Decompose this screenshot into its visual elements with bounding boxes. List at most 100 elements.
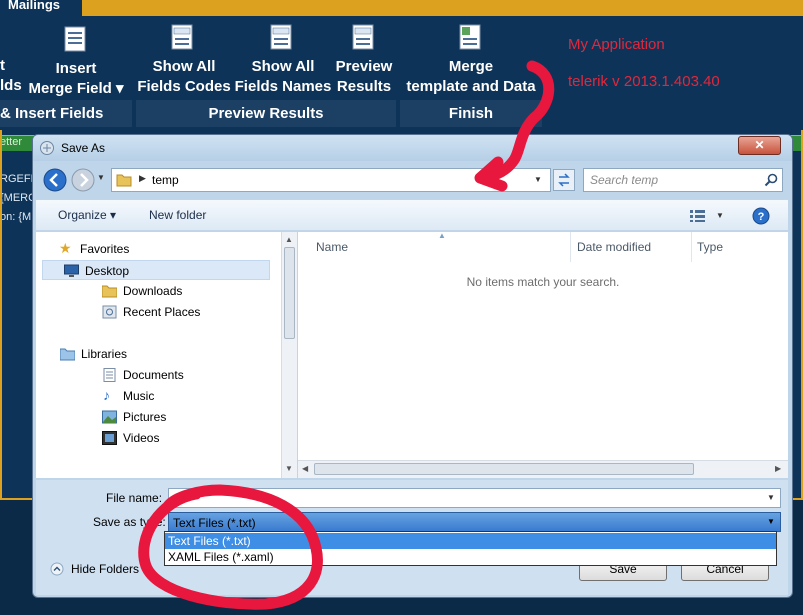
dialog-titlebar[interactable]: Save As ✕ [33,135,792,161]
save-as-type-options: Text Files (*.txt) XAML Files (*.xaml) [164,531,777,566]
navigation-row: ▼ ▶ temp ▼ Search temp [33,161,792,197]
dialog-toolbar: Organize ▾ New folder ▼ ? [36,199,788,231]
ribbon-button-line2: Fields Names [234,78,332,95]
horizontal-scrollbar[interactable]: ◀ ▶ [298,460,788,478]
desktop-icon [64,264,79,277]
dialog-title: Save As [61,141,106,155]
scroll-up-arrow[interactable]: ▲ [285,235,293,244]
preview-results-button[interactable]: Preview Results [334,57,394,97]
save-as-type-value: Text Files (*.txt) [173,516,256,530]
navigation-pane: ★ Favorites Desktop Downloads Recent Pla… [36,232,283,478]
column-header-name[interactable]: Name [316,240,348,254]
file-list: Name ▲ Date modified Type No items match… [298,231,788,478]
scrollbar-thumb[interactable] [284,247,295,339]
nav-label: Desktop [85,264,130,278]
scroll-right-arrow[interactable]: ▶ [775,464,781,473]
ribbon-button-line2: template and Data [406,78,536,95]
app-title: My Application [568,36,665,53]
history-dropdown-icon[interactable]: ▼ [97,173,105,182]
videos-icon [102,431,117,445]
view-options-icon[interactable] [690,210,706,222]
dialog-app-icon [40,141,54,155]
document-icon [64,26,86,52]
group-preview-results: Preview Results [136,100,396,127]
nav-label: Music [123,389,155,403]
chevron-up-icon [50,562,64,576]
star-icon: ★ [59,240,72,256]
refresh-icon[interactable] [553,169,575,191]
save-as-dialog: Save As ✕ ▼ ▶ temp ▼ Search temp Organiz… [32,134,793,598]
search-icon[interactable] [764,173,778,187]
ribbon-button-line1: Insert [55,60,97,77]
nav-videos[interactable]: Videos [36,428,269,448]
address-bar[interactable]: ▶ temp ▼ [111,168,551,192]
nav-documents[interactable]: Documents [36,365,269,385]
search-box[interactable]: Search temp [583,168,783,192]
nav-favorites[interactable]: ★ Favorites [36,239,269,259]
nav-downloads[interactable]: Downloads [36,281,269,301]
file-name-input[interactable]: ▼ [168,488,781,508]
ribbon-button-line1: Show All [251,58,315,75]
app-version: telerik v 2013.1.403.40 [568,73,720,90]
ribbon-button-line1: Preview [335,58,393,75]
nav-label: Recent Places [123,305,201,319]
organize-button[interactable]: Organize ▾ [58,208,116,222]
scrollbar-thumb[interactable] [314,463,694,475]
nav-label: Documents [123,368,184,382]
address-dropdown-icon[interactable]: ▼ [534,175,542,184]
save-as-type-dropdown-icon[interactable]: ▼ [767,517,775,526]
close-button[interactable]: ✕ [738,136,781,155]
sort-indicator-icon: ▲ [438,231,446,240]
scroll-left-arrow[interactable]: ◀ [302,464,308,473]
save-as-type-select[interactable]: Text Files (*.txt) ▼ [168,512,781,532]
search-input[interactable]: Search temp [590,173,658,187]
option-text-files[interactable]: Text Files (*.txt) [165,533,776,549]
folder-icon [116,174,132,187]
ribbon-button-fields[interactable]: t lds [0,56,22,96]
nav-libraries[interactable]: Libraries [36,344,269,364]
nav-recent-places[interactable]: Recent Places [36,302,269,322]
file-name-dropdown-icon[interactable]: ▼ [767,493,775,502]
forward-arrow-icon[interactable] [71,168,95,192]
column-header-type[interactable]: Type [697,240,723,254]
breadcrumb-chevron-icon: ▶ [139,173,146,183]
insert-merge-field-button[interactable]: Insert Merge Field ▾ [24,59,128,99]
ribbon-button-line1: Show All [152,58,216,75]
navigation-scrollbar[interactable]: ▲ ▼ [281,232,297,478]
merge-template-button[interactable]: Merge template and Data [400,57,542,97]
merge-icon [459,24,481,50]
scroll-down-arrow[interactable]: ▼ [285,464,293,473]
ribbon-button-line2: lds [0,77,22,94]
empty-message: No items match your search. [466,275,620,289]
column-divider [691,232,692,262]
show-all-field-codes-button[interactable]: Show All Fields Codes [136,57,232,97]
nav-music[interactable]: ♪ Music [36,386,269,406]
option-xaml-files[interactable]: XAML Files (*.xaml) [165,549,776,565]
back-arrow-icon[interactable] [43,168,67,192]
field-codes-icon [171,24,193,50]
ribbon-top-strip [0,0,803,16]
music-icon: ♪ [103,387,110,403]
nav-desktop[interactable]: Desktop [42,260,270,280]
svg-text:?: ? [758,211,765,223]
pictures-icon [102,410,117,424]
nav-label: Pictures [123,410,167,424]
column-divider [570,232,571,262]
ribbon-button-line1: t [0,57,5,74]
new-folder-button[interactable]: New folder [149,208,206,222]
nav-label: Libraries [81,347,128,361]
nav-pictures[interactable]: Pictures [36,407,269,427]
view-dropdown-icon[interactable]: ▼ [716,211,724,220]
help-icon[interactable]: ? [752,207,770,225]
show-all-field-names-button[interactable]: Show All Fields Names [233,57,333,97]
ribbon: t lds Insert Merge Field ▾ Show All Fiel… [0,16,803,132]
ribbon-button-line2: Results [336,78,392,95]
nav-label: Favorites [80,242,130,256]
nav-label: Downloads [123,284,183,298]
libraries-icon [60,348,75,361]
column-header-date[interactable]: Date modified [577,240,651,254]
recent-places-icon [102,305,117,319]
preview-icon [352,24,374,50]
ribbon-button-line1: Merge [448,58,494,75]
downloads-folder-icon [102,285,117,298]
